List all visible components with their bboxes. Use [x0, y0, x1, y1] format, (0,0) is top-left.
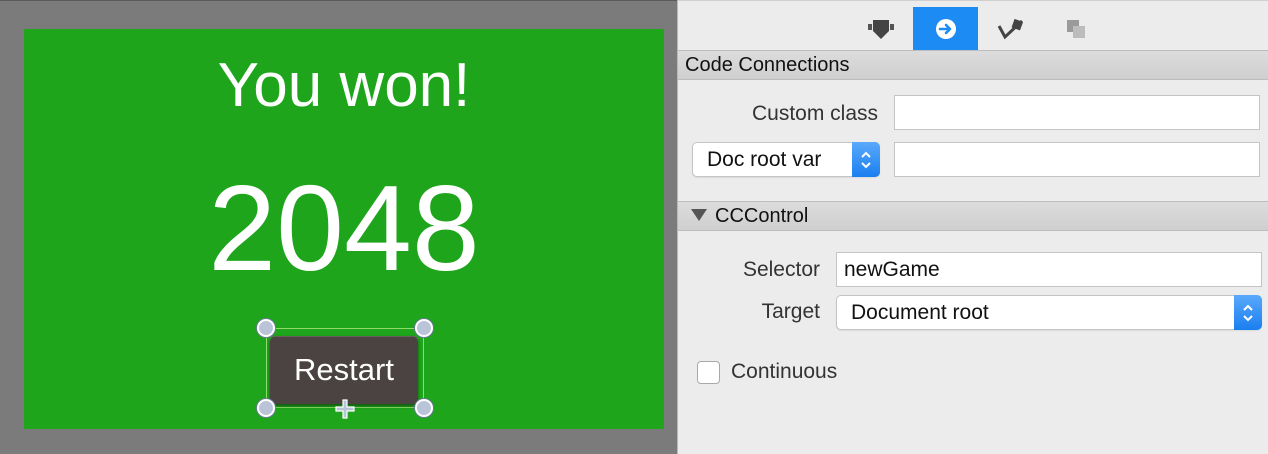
tab-templates[interactable]: [1043, 7, 1108, 51]
owner-var-select-value: Doc root var: [707, 148, 822, 171]
restart-button-label: Restart: [294, 352, 394, 387]
target-label: Target: [761, 300, 820, 323]
tab-node-physics[interactable]: [978, 7, 1043, 51]
node-physics-icon: [997, 18, 1023, 40]
scene-canvas-area[interactable]: You won! 2048 Restart: [0, 0, 677, 454]
code-connections-header: Code Connections: [678, 50, 1268, 80]
select-arrows-icon: [1234, 295, 1262, 330]
inspector-panel: Code Connections Custom class Doc root v…: [677, 0, 1268, 454]
game-over-scene[interactable]: You won! 2048 Restart: [24, 29, 664, 429]
resize-handle-top-left[interactable]: [257, 319, 275, 337]
target-select-value: Document root: [851, 301, 989, 324]
owner-var-select[interactable]: Doc root var: [692, 142, 880, 177]
tab-node-properties[interactable]: [848, 7, 913, 51]
tab-code-connections[interactable]: [913, 7, 978, 51]
templates-icon: [1066, 20, 1085, 38]
continuous-label[interactable]: Continuous: [731, 360, 837, 384]
cccontrol-header[interactable]: CCControl: [678, 201, 1268, 231]
select-arrows-icon: [852, 142, 880, 177]
continuous-checkbox[interactable]: [697, 361, 720, 384]
disclosure-triangle-icon[interactable]: [691, 209, 707, 221]
selector-label: Selector: [742, 258, 820, 281]
resize-handle-bottom-right[interactable]: [415, 399, 433, 417]
code-connections-icon: [935, 19, 956, 39]
inspector-tab-bar: [678, 0, 1268, 51]
selector-field[interactable]: newGame: [836, 252, 1262, 287]
custom-class-label: Custom class: [751, 102, 878, 125]
score-label[interactable]: 2048: [24, 167, 664, 289]
cccontrol-title: CCControl: [715, 205, 809, 227]
target-select[interactable]: Document root: [836, 295, 1262, 330]
node-properties-icon: [867, 20, 894, 39]
restart-button[interactable]: Restart: [270, 336, 418, 404]
anchor-point-icon[interactable]: [334, 398, 356, 420]
resize-handle-bottom-left[interactable]: [257, 399, 275, 417]
win-label[interactable]: You won!: [24, 55, 664, 117]
custom-class-field[interactable]: [894, 95, 1260, 130]
code-connections-title: Code Connections: [685, 54, 850, 76]
owner-var-name-field[interactable]: [894, 142, 1260, 177]
resize-handle-top-right[interactable]: [415, 319, 433, 337]
